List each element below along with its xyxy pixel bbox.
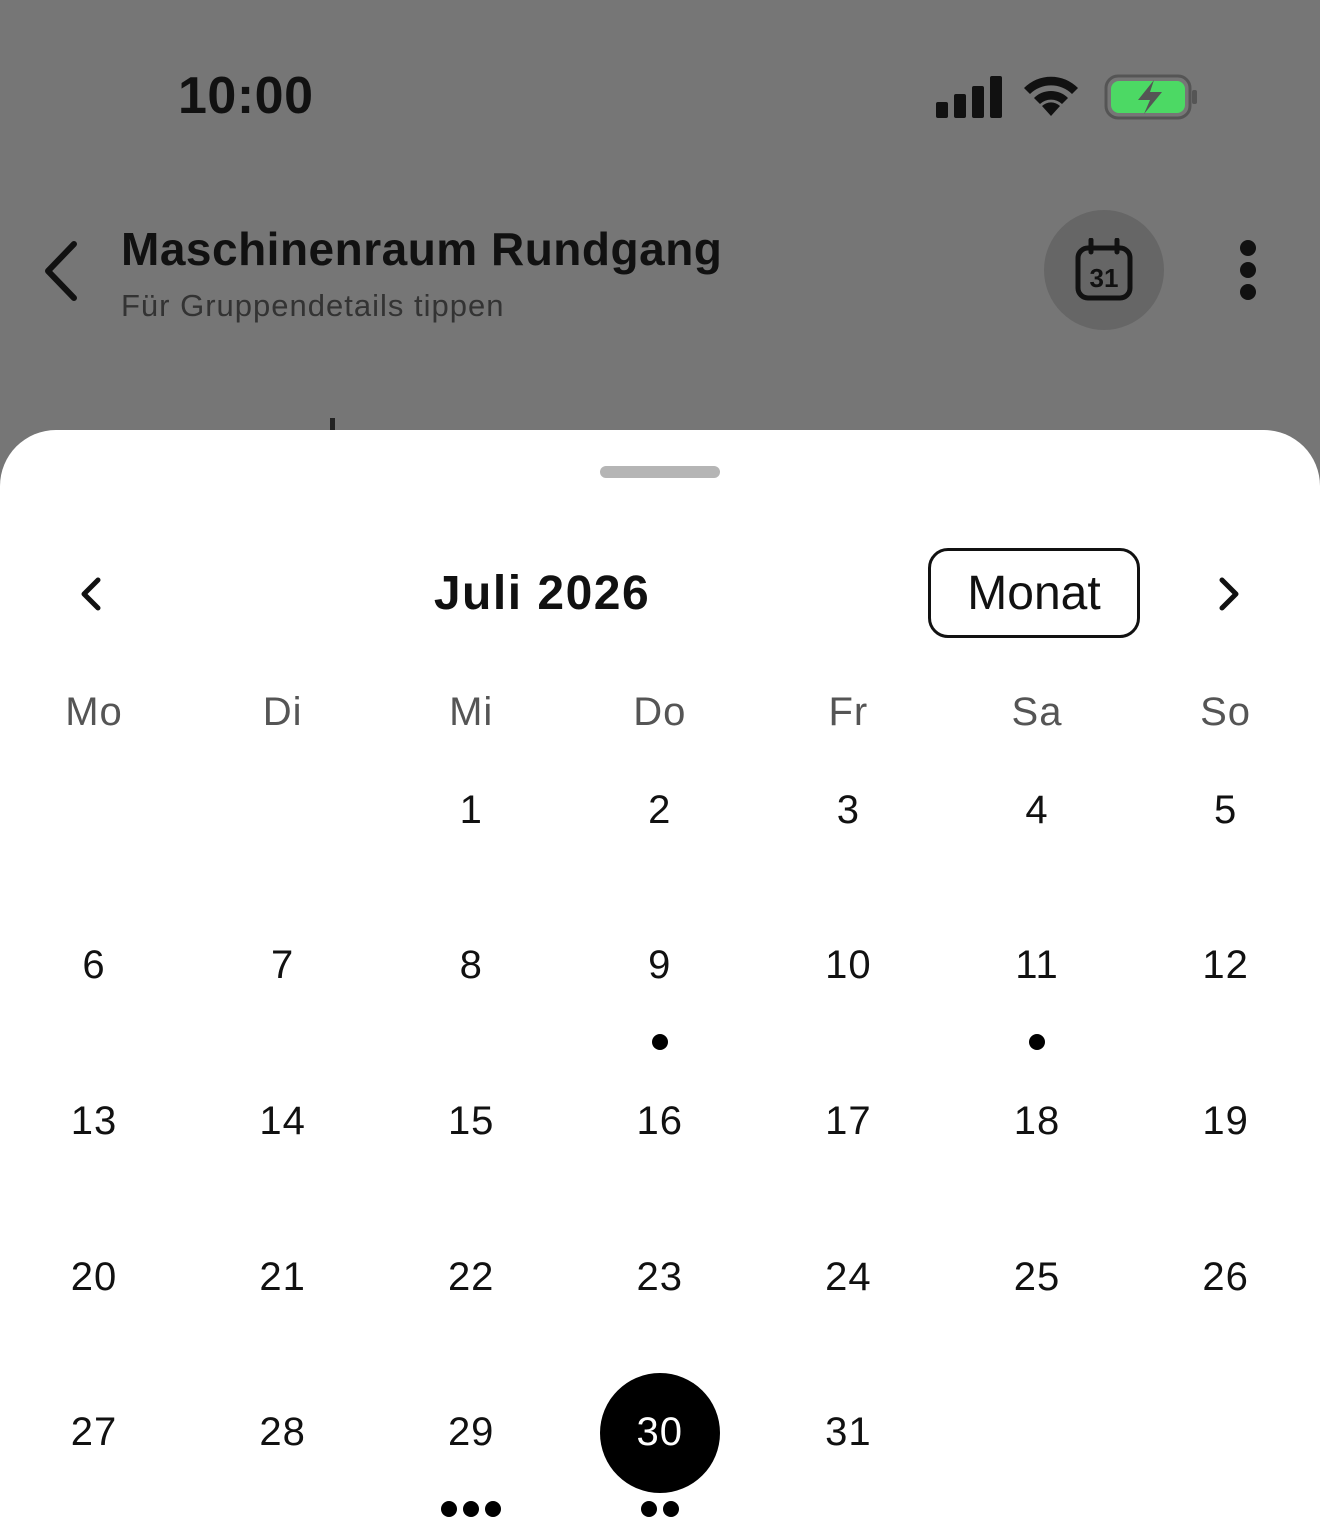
more-options-button[interactable]: [1228, 238, 1268, 302]
svg-text:31: 31: [1090, 263, 1119, 293]
day-cell[interactable]: 12: [1166, 906, 1286, 1026]
calendar-31-icon: 31: [1075, 238, 1133, 301]
day-cell[interactable]: 1: [411, 750, 531, 870]
day-cell[interactable]: 31: [788, 1373, 908, 1493]
day-cell[interactable]: 10: [788, 906, 908, 1026]
battery-charging-icon: [1104, 74, 1197, 120]
event-indicator: [411, 1500, 531, 1517]
back-button[interactable]: [36, 236, 88, 306]
day-cell[interactable]: 5: [1166, 750, 1286, 870]
next-month-button[interactable]: [1200, 564, 1260, 624]
event-indicator: [600, 1500, 720, 1517]
group-title[interactable]: Maschinenraum Rundgang: [121, 222, 722, 276]
day-cell[interactable]: 27: [34, 1373, 154, 1493]
sheet-grabber[interactable]: [600, 466, 720, 478]
day-cell[interactable]: 29: [411, 1373, 531, 1493]
status-time: 10:00: [178, 67, 314, 125]
weekday-label: Mi: [449, 690, 494, 734]
day-cell[interactable]: 22: [411, 1217, 531, 1337]
day-cell[interactable]: 8: [411, 906, 531, 1026]
day-cell[interactable]: 17: [788, 1061, 908, 1181]
day-cell[interactable]: 7: [223, 906, 343, 1026]
event-indicator: [977, 1033, 1097, 1050]
day-cell[interactable]: 11: [977, 906, 1097, 1026]
event-dot: [441, 1500, 458, 1517]
event-dot: [463, 1500, 480, 1517]
day-cell[interactable]: 18: [977, 1061, 1097, 1181]
weekday-label: Di: [262, 690, 303, 734]
day-cell[interactable]: 9: [600, 906, 720, 1026]
view-mode-button[interactable]: Monat: [928, 548, 1140, 638]
day-cell[interactable]: 23: [600, 1217, 720, 1337]
day-cell[interactable]: 16: [600, 1061, 720, 1181]
day-cell[interactable]: 14: [223, 1061, 343, 1181]
day-cell[interactable]: 2: [600, 750, 720, 870]
event-dot: [1029, 1033, 1045, 1050]
weekday-label: Do: [633, 690, 687, 734]
day-cell[interactable]: 19: [1166, 1061, 1286, 1181]
day-cell[interactable]: 13: [34, 1061, 154, 1181]
previous-month-button[interactable]: [60, 564, 120, 624]
day-cell[interactable]: 6: [34, 906, 154, 1026]
event-dot: [662, 1500, 679, 1517]
day-cell[interactable]: 4: [977, 750, 1097, 870]
day-cell[interactable]: 15: [411, 1061, 531, 1181]
event-dot: [651, 1033, 668, 1050]
month-title: Juli 2026: [433, 567, 651, 620]
weekday-label: Fr: [828, 690, 869, 734]
day-cell[interactable]: 3: [788, 750, 908, 870]
day-cell-selected[interactable]: 30: [599, 1372, 720, 1493]
cellular-signal-icon: [936, 76, 1004, 118]
weekday-label: So: [1200, 690, 1252, 734]
event-indicator: [600, 1033, 720, 1050]
day-cell[interactable]: 20: [34, 1217, 154, 1337]
event-dot: [640, 1500, 657, 1517]
wifi-icon: [1024, 76, 1078, 116]
calendar-button[interactable]: 31: [1044, 210, 1164, 330]
group-subtitle[interactable]: Für Gruppendetails tippen: [121, 288, 504, 324]
day-cell[interactable]: 21: [223, 1217, 343, 1337]
calendar-sheet: Juli 2026 Monat Mo Di Mi Do Fr Sa So 123456789…: [0, 430, 1320, 1520]
weekday-label: Mo: [65, 690, 123, 734]
event-dot: [485, 1500, 502, 1517]
day-cell[interactable]: 25: [977, 1217, 1097, 1337]
day-cell[interactable]: 26: [1166, 1217, 1286, 1337]
day-cell[interactable]: 24: [788, 1217, 908, 1337]
day-cell[interactable]: 28: [223, 1373, 343, 1493]
weekday-label: Sa: [1011, 690, 1063, 734]
